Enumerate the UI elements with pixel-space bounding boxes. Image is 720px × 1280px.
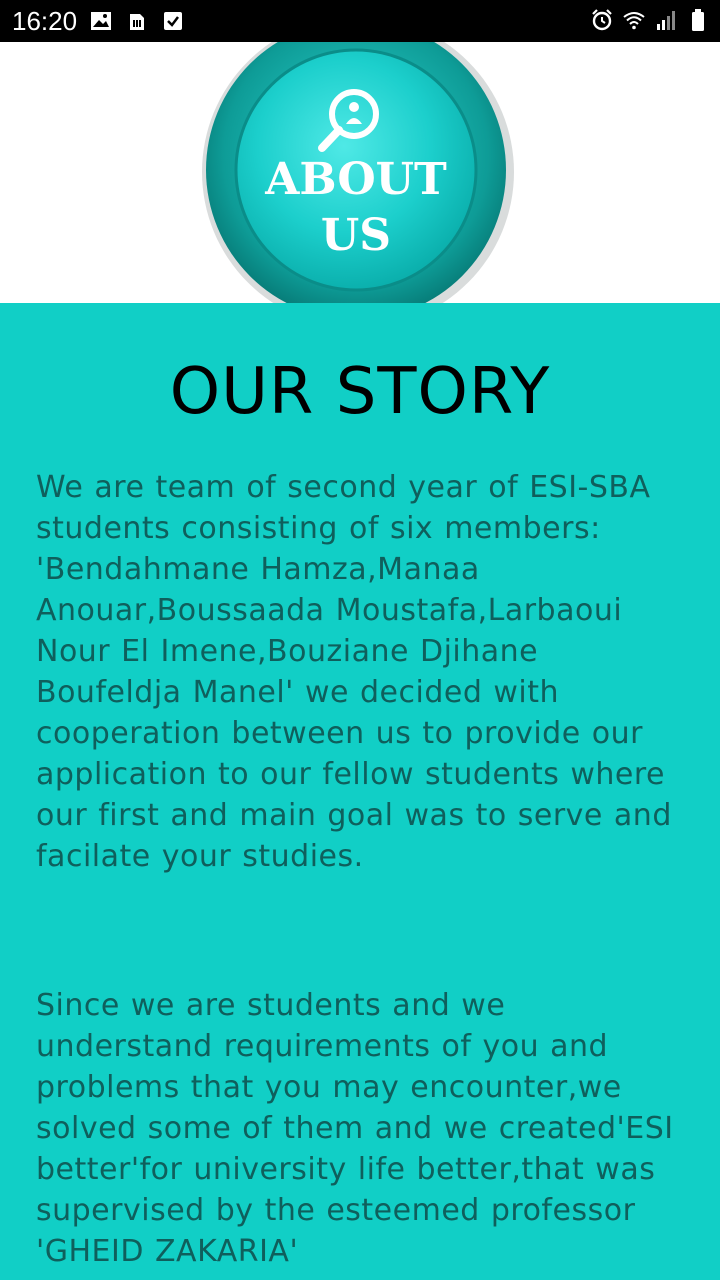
sim-icon <box>130 14 144 30</box>
status-time: 16:20 <box>12 6 78 36</box>
checkbox-icon <box>164 12 182 30</box>
battery-icon <box>692 9 704 31</box>
story-title: OUR STORY <box>169 355 551 429</box>
status-right-icons <box>590 8 710 32</box>
signal-icon <box>657 11 675 30</box>
status-left-icons <box>90 10 184 32</box>
story-paragraph-2: Since we are students and we understand … <box>36 988 674 1269</box>
badge-text-us: US <box>321 210 391 261</box>
status-bar: 16:20 <box>0 0 720 42</box>
story-section: OUR STORY We are team of second year of … <box>0 303 720 1280</box>
about-us-badge: ABOUT US <box>202 42 514 303</box>
story-paragraph-1: We are team of second year of ESI-SBA st… <box>36 470 672 874</box>
image-icon <box>91 12 111 30</box>
about-us-banner: ABOUT US <box>0 42 720 303</box>
alarm-icon <box>592 9 612 31</box>
wifi-icon <box>623 12 645 30</box>
badge-text-about: ABOUT <box>264 154 447 205</box>
